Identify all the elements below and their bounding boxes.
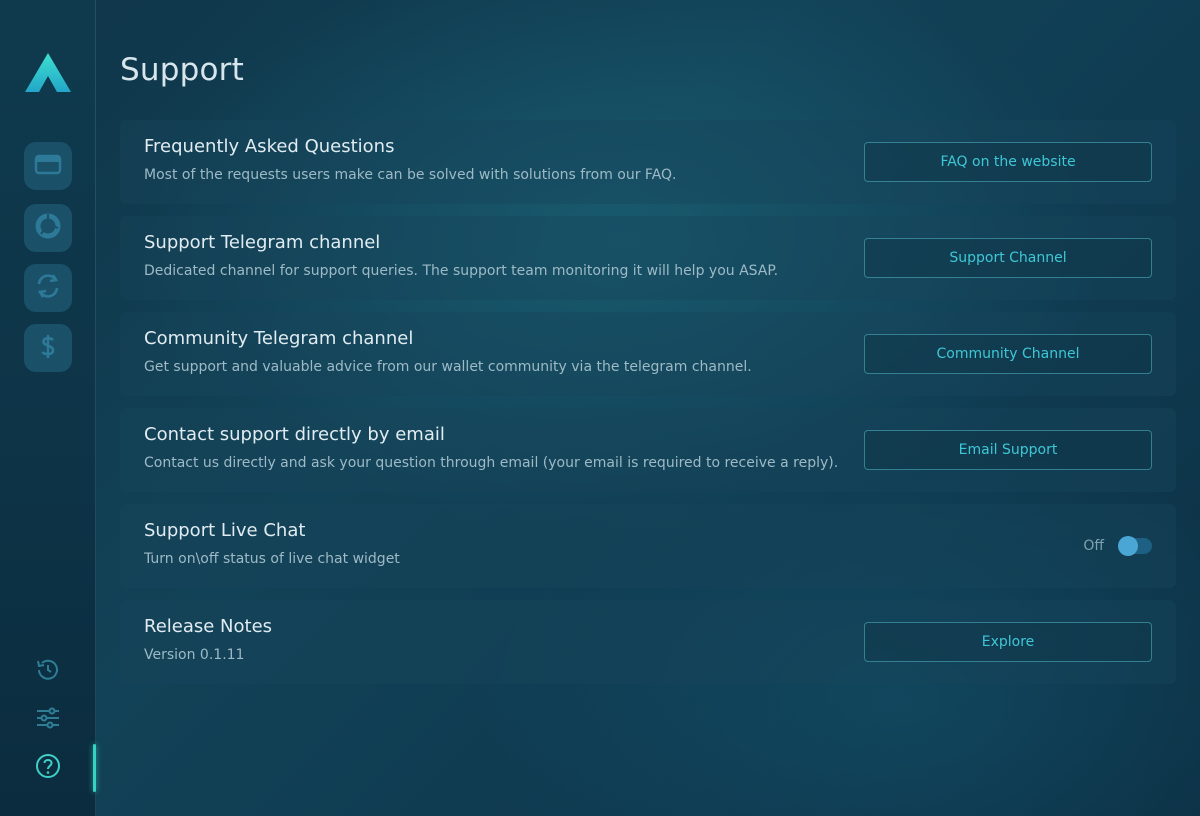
- app-logo: [24, 52, 72, 94]
- explore-button[interactable]: Explore: [864, 622, 1152, 662]
- exchange-icon: [33, 271, 63, 305]
- faq-website-button[interactable]: FAQ on the website: [864, 142, 1152, 182]
- faq-title: Frequently Asked Questions: [144, 136, 395, 157]
- live-chat-toggle-label: Off: [1083, 538, 1104, 554]
- community-telegram-description: Get support and valuable advice from our…: [144, 359, 752, 375]
- release-notes-version: Version 0.1.11: [144, 647, 245, 663]
- toggle-knob: [1118, 536, 1138, 556]
- sidebar: [0, 0, 96, 816]
- page-title: Support: [120, 52, 244, 88]
- history-button[interactable]: [34, 658, 62, 686]
- support-telegram-title: Support Telegram channel: [144, 232, 381, 253]
- nav-exchange-button[interactable]: [24, 264, 72, 312]
- email-support-title: Contact support directly by email: [144, 424, 445, 445]
- support-telegram-card: Support Telegram channel Dedicated chann…: [120, 216, 1176, 300]
- dollar-icon: [33, 331, 63, 365]
- faq-description: Most of the requests users make can be s…: [144, 167, 677, 183]
- live-chat-title: Support Live Chat: [144, 520, 306, 541]
- help-icon: [34, 752, 62, 784]
- release-notes-card: Release Notes Version 0.1.11 Explore: [120, 600, 1176, 684]
- live-chat-card: Support Live Chat Turn on\off status of …: [120, 504, 1176, 588]
- nav-wallet-button[interactable]: [24, 142, 72, 190]
- active-nav-indicator: [93, 744, 96, 792]
- history-icon: [34, 656, 62, 688]
- portfolio-chart-icon: [33, 211, 63, 245]
- support-sections: Frequently Asked Questions Most of the r…: [120, 120, 1176, 696]
- community-channel-button[interactable]: Community Channel: [864, 334, 1152, 374]
- support-channel-button[interactable]: Support Channel: [864, 238, 1152, 278]
- wallet-icon: [33, 149, 63, 183]
- nav-buy-button[interactable]: [24, 324, 72, 372]
- support-telegram-description: Dedicated channel for support queries. T…: [144, 263, 779, 279]
- live-chat-toggle[interactable]: [1118, 536, 1152, 556]
- email-support-button[interactable]: Email Support: [864, 430, 1152, 470]
- settings-button[interactable]: [34, 706, 62, 734]
- faq-card: Frequently Asked Questions Most of the r…: [120, 120, 1176, 204]
- settings-sliders-icon: [34, 704, 62, 736]
- community-telegram-card: Community Telegram channel Get support a…: [120, 312, 1176, 396]
- nav-portfolio-button[interactable]: [24, 204, 72, 252]
- email-support-description: Contact us directly and ask your questio…: [144, 455, 839, 471]
- email-support-card: Contact support directly by email Contac…: [120, 408, 1176, 492]
- community-telegram-title: Community Telegram channel: [144, 328, 414, 349]
- help-button[interactable]: [34, 754, 62, 782]
- live-chat-description: Turn on\off status of live chat widget: [144, 551, 400, 567]
- release-notes-title: Release Notes: [144, 616, 273, 637]
